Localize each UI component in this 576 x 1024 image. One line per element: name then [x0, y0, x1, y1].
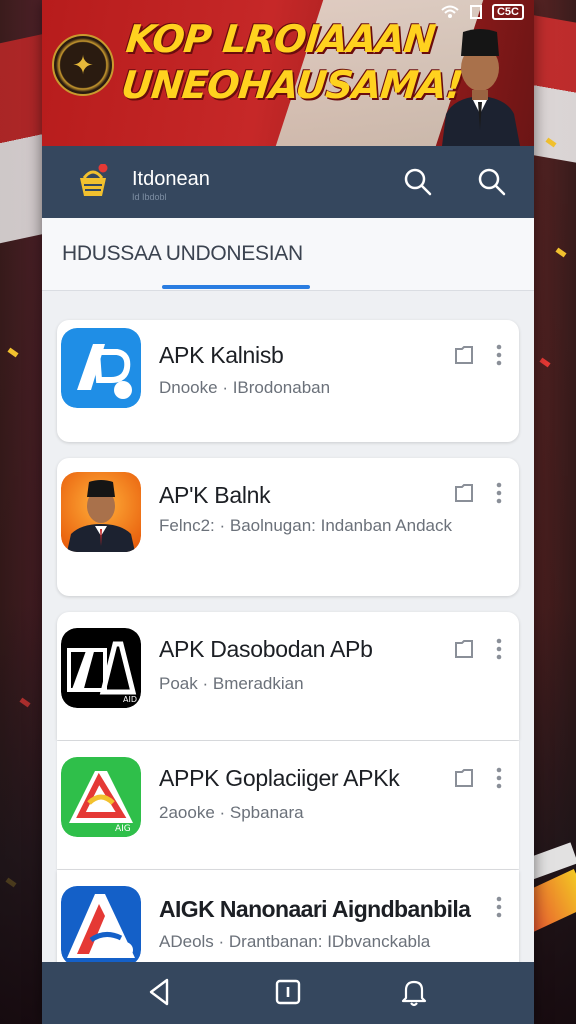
garuda-emblem-icon: ✦	[52, 34, 114, 96]
phone-screen: ✦ KOP LROIAAAN UNEOHAUSAMA! C5C Itdonean…	[42, 0, 534, 1024]
app-meta: Felnc2: · Baolnugan: Indanban Andack	[159, 516, 452, 535]
app-name: APPK Goplaciiger APKk	[159, 765, 400, 791]
more-options-icon[interactable]	[491, 482, 507, 504]
bookmark-icon[interactable]	[453, 482, 475, 504]
more-options-icon[interactable]	[491, 767, 507, 789]
svg-text:AID: AID	[123, 695, 137, 704]
svg-text:AIG: AIG	[115, 824, 131, 834]
notification-bell-icon[interactable]	[399, 976, 429, 1008]
banner-headline: KOP LROIAAAN UNEOHAUSAMA!	[119, 16, 465, 108]
app-list: APK Kalnisb Dnooke · IBrodonaban AP'K Ba…	[42, 290, 534, 970]
app-meta: ADeols · Drantbanan: IDbvanckabla	[159, 932, 431, 951]
person-portrait-icon	[61, 472, 141, 552]
list-item[interactable]: AIGK Nanonaari Aigndbanbila ADeols · Dra…	[57, 870, 519, 970]
sim-icon	[469, 5, 482, 19]
app-name: APK Kalnisb	[159, 342, 284, 368]
banner-headline-line2: UNEOHAUSAMA!	[119, 63, 465, 107]
app-title: Itdonean	[132, 168, 210, 190]
app-name: AP'K Balnk	[159, 482, 271, 508]
tab-indonesian[interactable]: HDUSSAA UNDONESIAN	[62, 242, 303, 266]
more-options-icon[interactable]	[491, 638, 507, 660]
list-item[interactable]: APK Kalnisb Dnooke · IBrodonaban	[57, 320, 519, 442]
ap-blue-icon	[61, 328, 141, 408]
bookmark-icon[interactable]	[453, 344, 475, 366]
search-icon[interactable]	[402, 166, 434, 198]
app-subtitle: Id Ibdobl	[132, 192, 167, 202]
bookmark-icon[interactable]	[453, 767, 475, 789]
green-a-icon: AIG	[61, 757, 141, 837]
active-tab-indicator	[162, 285, 310, 289]
official-portrait	[442, 29, 520, 146]
app-name: AIGK Nanonaari Aigndbanbila	[159, 896, 471, 922]
app-bar: Itdonean Id Ibdobl	[42, 146, 534, 218]
home-icon[interactable]	[273, 976, 303, 1008]
wifi-icon	[441, 5, 459, 18]
black-a-icon: AID	[61, 628, 141, 708]
app-name: APK Dasobodan APb	[159, 636, 373, 662]
status-bar: C5C	[440, 4, 524, 20]
battery-indicator: C5C	[491, 4, 524, 20]
more-options-icon[interactable]	[491, 896, 507, 918]
list-item[interactable]: AP'K Balnk Felnc2: · Baolnugan: Indanban…	[57, 458, 519, 596]
app-meta: Poak · Bmeradkian	[159, 674, 304, 693]
blue-red-a-icon	[61, 886, 141, 966]
bottom-navigation-bar	[42, 962, 534, 1024]
basket-logo-icon[interactable]	[76, 164, 110, 200]
list-item[interactable]: AID APK Dasobodan APb Poak · Bmeradkian	[57, 612, 519, 740]
app-meta: Dnooke · IBrodonaban	[159, 378, 331, 397]
search-icon-secondary[interactable]	[476, 166, 508, 198]
tab-strip: HDUSSAA UNDONESIAN	[42, 218, 534, 291]
back-icon[interactable]	[145, 976, 175, 1008]
list-item[interactable]: AIG APPK Goplaciiger APKk 2aooke · Spban…	[57, 741, 519, 869]
more-options-icon[interactable]	[491, 344, 507, 366]
bookmark-icon[interactable]	[453, 638, 475, 660]
app-meta: 2aooke · Spbanara	[159, 803, 304, 822]
promo-banner[interactable]: ✦ KOP LROIAAAN UNEOHAUSAMA! C5C	[42, 0, 534, 146]
banner-headline-line1: KOP LROIAAAN	[124, 17, 438, 61]
